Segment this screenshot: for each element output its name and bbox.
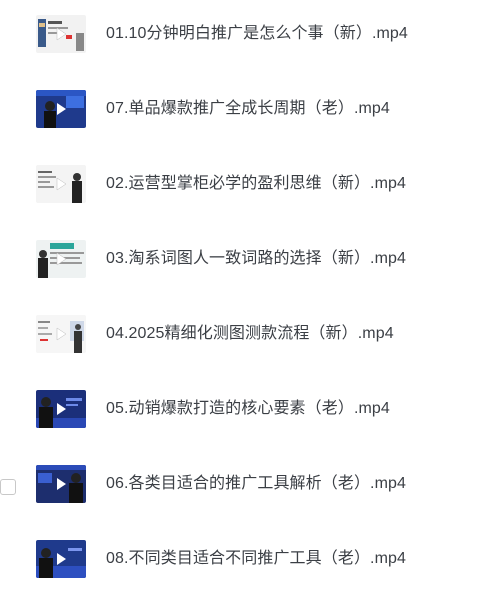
file-name[interactable]: 01.10分钟明白推广是怎么个事（新）.mp4 <box>106 23 408 45</box>
video-thumbnail-icon[interactable] <box>36 90 86 128</box>
video-thumbnail-icon[interactable] <box>36 540 86 578</box>
file-name[interactable]: 06.各类目适合的推广工具解析（老）.mp4 <box>106 473 406 495</box>
file-row[interactable]: 06.各类目适合的推广工具解析（老）.mp4 <box>0 459 496 519</box>
file-name[interactable]: 04.2025精细化测图测款流程（新）.mp4 <box>106 323 394 345</box>
file-row[interactable]: 05.动销爆款打造的核心要素（老）.mp4 <box>0 384 496 444</box>
file-row[interactable]: 03.淘系词图人一致词路的选择（新）.mp4 <box>0 234 496 294</box>
video-thumbnail-icon[interactable] <box>36 15 86 53</box>
file-name[interactable]: 02.运营型掌柜必学的盈利思维（新）.mp4 <box>106 173 406 195</box>
file-name[interactable]: 03.淘系词图人一致词路的选择（新）.mp4 <box>106 248 406 270</box>
file-list: 01.10分钟明白推广是怎么个事（新）.mp4 07.单品爆款推广全成长周期（老… <box>0 0 496 598</box>
row-checkbox[interactable] <box>0 479 16 495</box>
video-thumbnail-icon[interactable] <box>36 315 86 353</box>
video-thumbnail-icon[interactable] <box>36 240 86 278</box>
file-row[interactable]: 02.运营型掌柜必学的盈利思维（新）.mp4 <box>0 159 496 219</box>
file-name[interactable]: 05.动销爆款打造的核心要素（老）.mp4 <box>106 398 390 420</box>
file-row[interactable]: 08.不同类目适合不同推广工具（老）.mp4 <box>0 534 496 594</box>
video-thumbnail-icon[interactable] <box>36 465 86 503</box>
file-name[interactable]: 07.单品爆款推广全成长周期（老）.mp4 <box>106 98 390 120</box>
video-thumbnail-icon[interactable] <box>36 165 86 203</box>
file-row[interactable]: 07.单品爆款推广全成长周期（老）.mp4 <box>0 84 496 144</box>
file-name[interactable]: 08.不同类目适合不同推广工具（老）.mp4 <box>106 548 406 570</box>
video-thumbnail-icon[interactable] <box>36 390 86 428</box>
file-row[interactable]: 04.2025精细化测图测款流程（新）.mp4 <box>0 309 496 369</box>
file-row[interactable]: 01.10分钟明白推广是怎么个事（新）.mp4 <box>0 9 496 69</box>
